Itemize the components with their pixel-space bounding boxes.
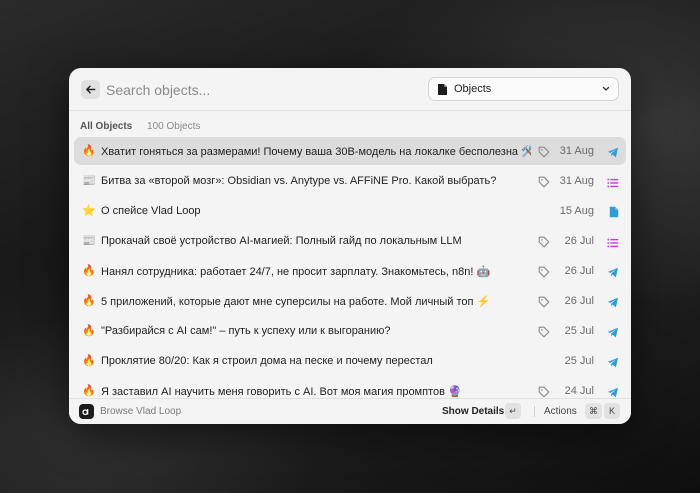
object-list: 🔥 Хватит гоняться за размерами! Почему ва… xyxy=(69,137,631,397)
document-icon xyxy=(609,205,619,223)
section-count: 100 Objects xyxy=(147,121,201,132)
list-item[interactable]: 🔥 5 приложений, которые дают мне суперсил… xyxy=(74,287,626,315)
item-title: Нанял сотрудника: работает 24/7, не прос… xyxy=(101,266,491,278)
tag-icon xyxy=(538,175,550,193)
item-date: 15 Aug xyxy=(559,205,594,217)
launcher-panel: Objects All Objects 100 Objects 🔥 Хватит … xyxy=(69,68,631,424)
item-emoji: 📰 xyxy=(82,235,96,247)
list-icon xyxy=(607,235,619,253)
item-date: 24 Jul xyxy=(564,385,594,397)
telegram-icon xyxy=(607,145,619,163)
dropdown-selected-value: Objects xyxy=(454,83,492,95)
footer-bar: Browse Vlad Loop Show Details ↵ Actions … xyxy=(69,398,631,424)
telegram-icon xyxy=(607,385,619,397)
list-item[interactable]: ⭐ О спейсе Vlad Loop 15 Aug xyxy=(74,197,626,225)
k-key-badge: K xyxy=(604,403,620,419)
object-type-dropdown[interactable]: Objects xyxy=(428,77,619,101)
back-button[interactable] xyxy=(81,80,100,99)
tag-icon xyxy=(538,235,550,253)
item-title: Я заставил AI научить меня говорить с AI… xyxy=(101,386,462,397)
telegram-icon xyxy=(607,325,619,343)
telegram-icon xyxy=(607,265,619,283)
list-item[interactable]: 🔥 Я заставил AI научить меня говорить с A… xyxy=(74,377,626,397)
item-date: 26 Jul xyxy=(564,265,594,277)
telegram-icon xyxy=(607,295,619,313)
anytype-logo-icon xyxy=(79,404,94,419)
list-item[interactable]: 📰 Прокачай своё устройство AI-магией: Пол… xyxy=(74,227,626,255)
telegram-icon xyxy=(607,355,619,373)
list-item[interactable]: 🔥 Хватит гоняться за размерами! Почему ва… xyxy=(74,137,626,165)
tag-icon xyxy=(538,325,550,343)
list-item[interactable]: 🔥 Проклятие 80/20: Как я строил дома на п… xyxy=(74,347,626,375)
cmd-key-badge: ⌘ xyxy=(585,403,602,419)
list-item[interactable]: 🔥 "Разбирайся с AI сам!" – путь к успеху … xyxy=(74,317,626,345)
footer-divider xyxy=(534,406,535,417)
item-date: 31 Aug xyxy=(559,175,594,187)
item-emoji: 🔥 xyxy=(82,385,96,397)
item-title: О спейсе Vlad Loop xyxy=(101,205,201,217)
item-emoji: ⭐ xyxy=(82,205,96,217)
chevron-down-icon xyxy=(602,86,610,91)
item-date: 26 Jul xyxy=(564,295,594,307)
show-details-button[interactable]: Show Details xyxy=(442,406,504,417)
search-input[interactable] xyxy=(104,79,408,101)
enter-key-badge: ↵ xyxy=(505,403,521,419)
list-icon xyxy=(607,175,619,193)
item-date: 31 Aug xyxy=(559,145,594,157)
section-title: All Objects xyxy=(80,121,133,132)
list-item[interactable]: 📰 Битва за «второй мозг»: Obsidian vs. An… xyxy=(74,167,626,195)
search-header: Objects xyxy=(69,68,631,111)
item-date: 25 Jul xyxy=(564,325,594,337)
item-date: 25 Jul xyxy=(564,355,594,367)
item-title: Прокачай своё устройство AI-магией: Полн… xyxy=(101,235,462,247)
browse-space-label: Browse Vlad Loop xyxy=(100,406,182,417)
item-title: "Разбирайся с AI сам!" – путь к успеху и… xyxy=(101,325,391,337)
actions-button[interactable]: Actions xyxy=(544,406,577,417)
arrow-left-icon xyxy=(86,85,96,94)
item-date: 26 Jul xyxy=(564,235,594,247)
item-emoji: 🔥 xyxy=(82,295,96,307)
item-emoji: 🔥 xyxy=(82,355,96,367)
item-title: 5 приложений, которые дают мне суперсилы… xyxy=(101,296,491,308)
item-title: Битва за «второй мозг»: Obsidian vs. Any… xyxy=(101,175,497,187)
tag-icon xyxy=(538,145,550,163)
item-emoji: 📰 xyxy=(82,175,96,187)
item-emoji: 🔥 xyxy=(82,145,96,157)
item-title: Хватит гоняться за размерами! Почему ваш… xyxy=(101,146,531,158)
section-header: All Objects 100 Objects xyxy=(80,121,200,132)
list-item[interactable]: 🔥 Нанял сотрудника: работает 24/7, не про… xyxy=(74,257,626,285)
item-emoji: 🔥 xyxy=(82,325,96,337)
tag-icon xyxy=(538,385,550,397)
tag-icon xyxy=(538,295,550,313)
tag-icon xyxy=(538,265,550,283)
item-title: Проклятие 80/20: Как я строил дома на пе… xyxy=(101,355,433,367)
item-emoji: 🔥 xyxy=(82,265,96,277)
document-icon xyxy=(438,84,447,95)
